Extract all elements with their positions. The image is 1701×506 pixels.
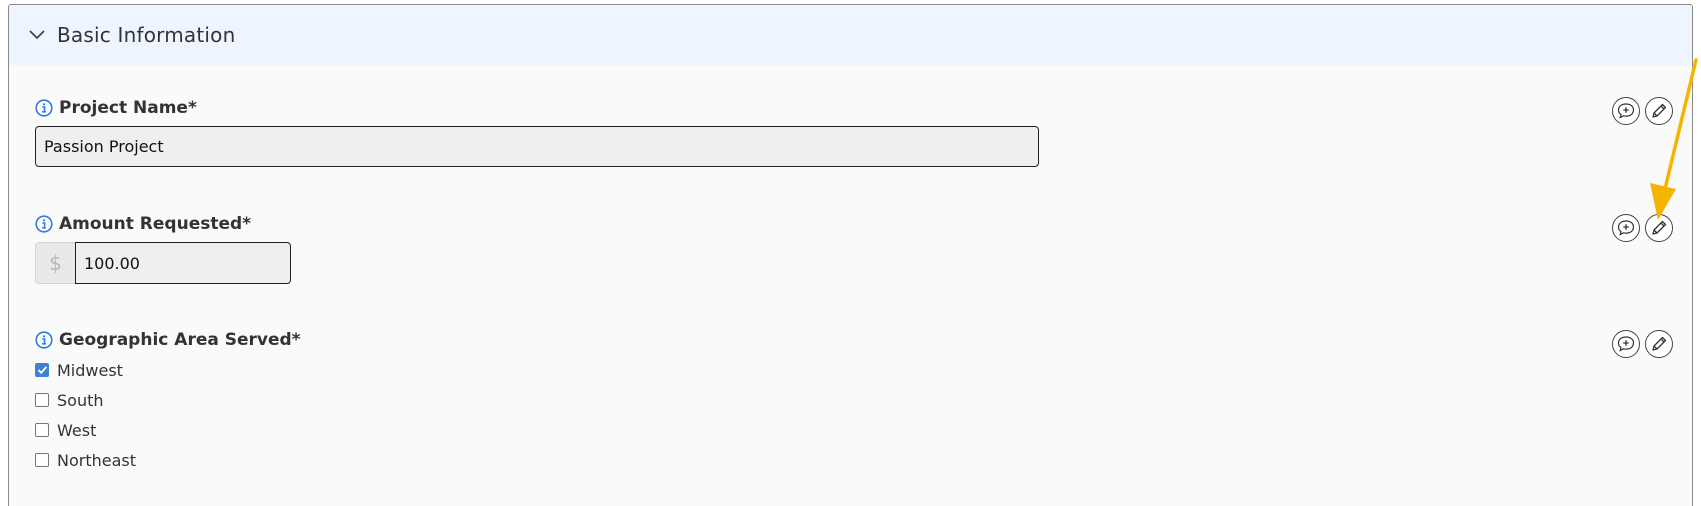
checkbox-label: Midwest — [57, 360, 123, 380]
comment-plus-icon[interactable] — [1612, 214, 1640, 242]
amount-requested-label: Amount Requested* — [59, 214, 252, 234]
checkbox[interactable] — [35, 453, 49, 467]
geographic-area-label: Geographic Area Served* — [59, 330, 301, 350]
info-icon[interactable] — [35, 99, 53, 117]
geographic-area-field: Geographic Area Served* Midwest South We… — [35, 329, 301, 475]
checkbox[interactable] — [35, 363, 49, 377]
geographic-area-actions — [1612, 330, 1673, 358]
project-name-input[interactable]: Passion Project — [35, 126, 1039, 167]
section-title: Basic Information — [57, 23, 236, 47]
section-header[interactable]: Basic Information — [9, 5, 1692, 65]
amount-input[interactable]: 100.00 — [75, 242, 291, 284]
info-icon[interactable] — [35, 331, 53, 349]
pencil-icon[interactable] — [1645, 330, 1673, 358]
checkbox-label: West — [57, 420, 97, 440]
amount-requested-field: Amount Requested* $ 100.00 — [35, 213, 291, 284]
currency-symbol: $ — [35, 242, 75, 284]
comment-plus-icon[interactable] — [1612, 330, 1640, 358]
checkbox-option-west[interactable]: West — [35, 415, 301, 445]
annotation-arrow — [1650, 58, 1698, 220]
info-icon[interactable] — [35, 215, 53, 233]
checkbox-option-south[interactable]: South — [35, 385, 301, 415]
geographic-area-options: Midwest South West Northeast — [35, 355, 301, 475]
basic-information-panel: Basic Information Project Name* Passion … — [8, 4, 1693, 506]
checkbox-label: South — [57, 390, 104, 410]
checkbox-option-midwest[interactable]: Midwest — [35, 355, 301, 385]
checkbox[interactable] — [35, 423, 49, 437]
checkbox[interactable] — [35, 393, 49, 407]
checkbox-label: Northeast — [57, 450, 137, 470]
comment-plus-icon[interactable] — [1612, 97, 1640, 125]
chevron-down-icon[interactable] — [27, 25, 47, 45]
project-name-label: Project Name* — [59, 98, 197, 118]
project-name-field: Project Name* Passion Project — [35, 97, 1039, 167]
checkbox-option-northeast[interactable]: Northeast — [35, 445, 301, 475]
